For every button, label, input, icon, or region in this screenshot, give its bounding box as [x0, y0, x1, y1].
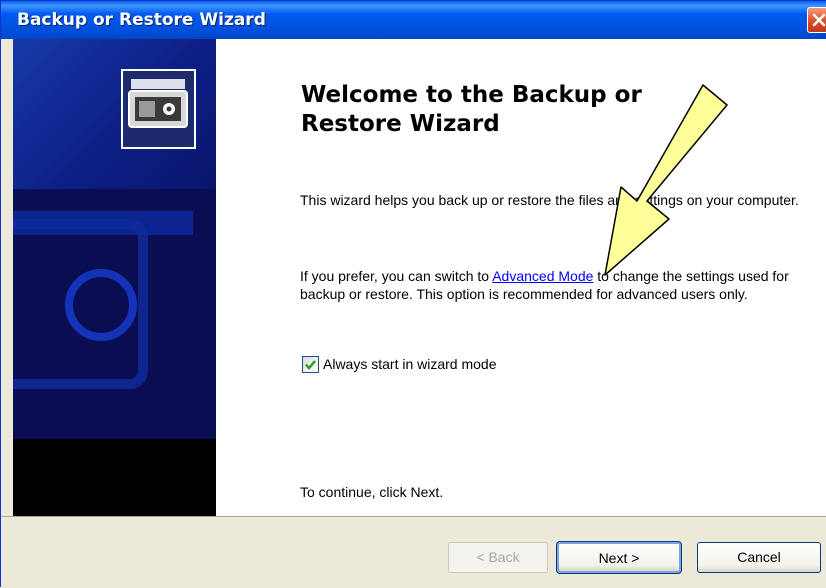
sidebar-bottom-band [13, 439, 216, 516]
continue-text: To continue, click Next. [300, 484, 444, 500]
intro-text: This wizard helps you back up or restore… [300, 192, 799, 208]
cancel-button[interactable]: Cancel [697, 542, 821, 573]
back-button[interactable]: < Back [448, 542, 548, 573]
wizard-mode-checkbox-row[interactable]: Always start in wizard mode [302, 355, 497, 373]
advanced-prefix: If you prefer, you can switch to [300, 268, 493, 284]
title-bar[interactable]: Backup or Restore Wizard [1, 1, 826, 39]
checkmark-icon [305, 359, 316, 370]
backup-wizard-icon [121, 69, 196, 149]
wizard-content: Welcome to the Backup or Restore Wizard … [216, 39, 826, 516]
window-title: Backup or Restore Wizard [17, 10, 266, 30]
advanced-mode-link[interactable]: Advanced Mode [492, 268, 593, 284]
close-button[interactable] [807, 7, 826, 33]
wizard-mode-checkbox[interactable] [302, 355, 319, 373]
sidebar-graphic-circle [65, 269, 137, 341]
wizard-mode-checkbox-label[interactable]: Always start in wizard mode [323, 356, 497, 372]
wizard-window: Backup or Restore Wizard Welcome to the … [0, 0, 826, 588]
wizard-heading: Welcome to the Backup or Restore Wizard [301, 82, 642, 137]
close-icon [812, 13, 826, 27]
advanced-mode-text: If you prefer, you can switch to Advance… [300, 267, 800, 303]
next-button[interactable]: Next > [556, 541, 682, 574]
wizard-footer: < Back Next > Cancel [1, 516, 826, 588]
